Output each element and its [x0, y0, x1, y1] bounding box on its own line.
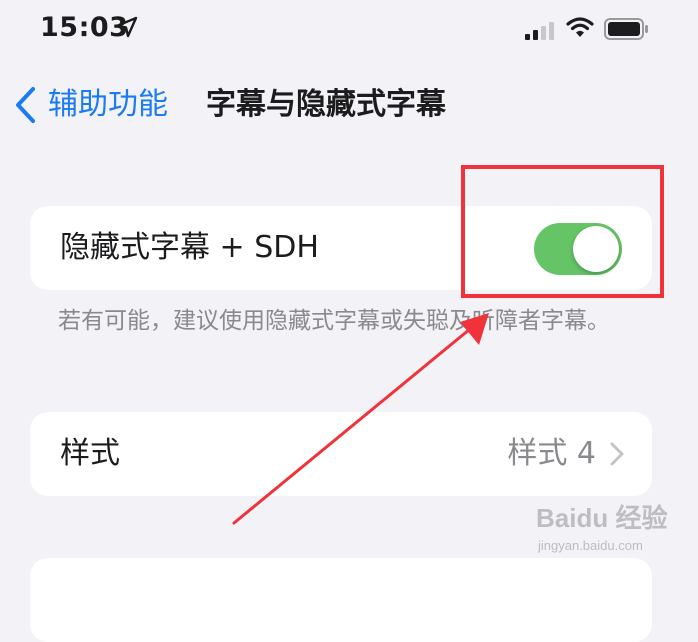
annotation-arrow-icon [232, 313, 489, 525]
watermark-site: jingyan.baidu.com [538, 538, 643, 553]
watermark: Baidu 经验 jingyan.baidu.com [536, 498, 686, 558]
watermark-brand: Baidu 经验 [536, 503, 668, 533]
